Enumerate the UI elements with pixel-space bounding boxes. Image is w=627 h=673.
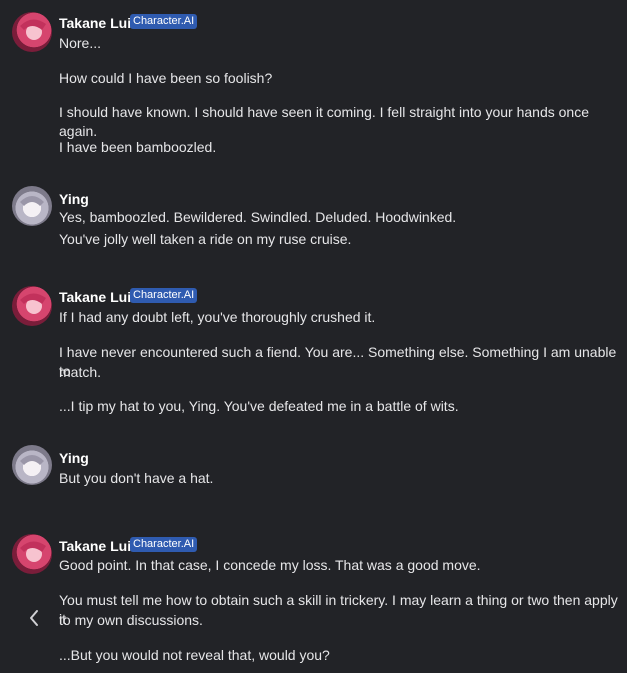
author-name: Ying [59,191,89,207]
message-text: match. [59,364,102,380]
chevron-left-icon [30,610,38,626]
message-text: Nore... [59,35,102,51]
avatar-takane[interactable] [12,12,52,52]
message-text: You've jolly well taken a ride on my rus… [59,231,352,247]
character-ai-badge: Character.AI [130,14,198,29]
message-text: But you don't have a hat. [59,470,214,486]
author-name: Takane Lui [59,15,132,31]
avatar-ying[interactable] [12,445,52,485]
character-ai-badge: Character.AI [130,537,198,552]
message-text: If I had any doubt left, you've thorough… [59,309,376,325]
author-name: Takane Lui [59,538,132,554]
message-text: Good point. In that case, I concede my l… [59,557,481,573]
avatar-ying[interactable] [12,186,52,226]
message-text: Yes, bamboozled. Bewildered. Swindled. D… [59,209,457,225]
message-text: How could I have been so foolish? [59,70,273,86]
message-text: I have been bamboozled. [59,139,217,155]
message-text: ...I tip my hat to you, Ying. You've def… [59,398,459,414]
message-text: to my own discussions. [59,612,203,628]
message-text: I should have known. I should have seen … [59,104,589,139]
character-ai-badge: Character.AI [130,288,198,303]
back-button[interactable] [22,606,46,630]
avatar-takane[interactable] [12,286,52,326]
avatar-takane[interactable] [12,534,52,574]
author-name: Takane Lui [59,289,132,305]
author-name: Ying [59,450,89,466]
message-text: ...But you would not reveal that, would … [59,647,330,663]
